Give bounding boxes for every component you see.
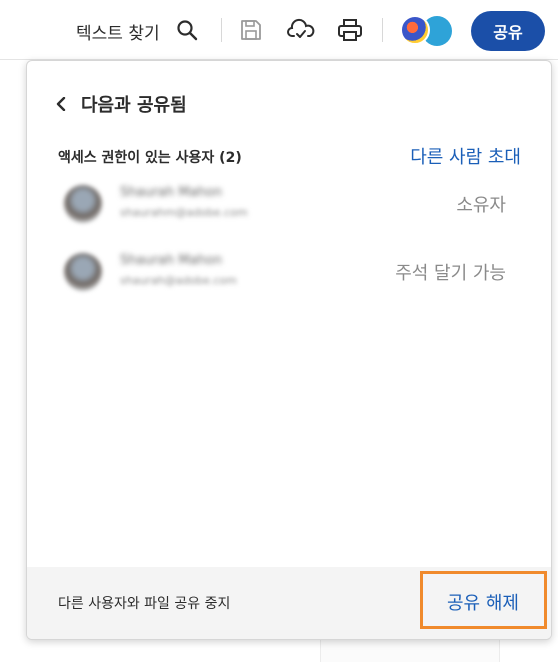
user-role: 소유자 xyxy=(456,195,506,216)
user-name: Shaurah Mahon xyxy=(120,253,222,268)
stop-sharing-label: 다른 사용자와 파일 공유 중지 xyxy=(58,596,231,612)
top-toolbar: 텍스트 찾기 공유 xyxy=(0,0,558,60)
panel-header: 다음과 공유됨 xyxy=(55,91,187,117)
access-users-label: 액세스 권한이 있는 사용자 (2) xyxy=(58,150,242,166)
cloud-sync-icon[interactable] xyxy=(287,18,315,42)
shared-with-panel: 다음과 공유됨 액세스 권한이 있는 사용자 (2) 다른 사람 초대 Shau… xyxy=(26,60,552,640)
share-button[interactable]: 공유 xyxy=(471,11,545,51)
panel-footer: 다른 사용자와 파일 공유 중지 공유 해제 xyxy=(27,567,551,639)
user-name: Shaurah Mahon xyxy=(120,185,222,200)
panel-title: 다음과 공유됨 xyxy=(81,95,187,116)
user-role[interactable]: 주석 달기 가능 xyxy=(395,259,506,285)
avatar xyxy=(64,185,102,223)
toolbar-divider xyxy=(221,18,222,42)
user-email: shaurah@adobe.com xyxy=(120,274,237,287)
invite-others-link[interactable]: 다른 사람 초대 xyxy=(410,143,521,169)
user-email: shaurahm@adobe.com xyxy=(120,206,248,219)
print-icon[interactable] xyxy=(337,17,363,43)
search-icon[interactable] xyxy=(176,19,198,41)
user-row[interactable]: Shaurah Mahon shaurahm@adobe.com 소유자 xyxy=(58,179,528,229)
find-text-label[interactable]: 텍스트 찾기 xyxy=(76,19,160,44)
user-avatar[interactable] xyxy=(400,15,430,45)
unshare-button[interactable]: 공유 해제 xyxy=(447,589,519,615)
user-row[interactable]: Shaurah Mahon shaurah@adobe.com 주석 달기 가능 xyxy=(58,247,528,297)
chevron-left-icon[interactable] xyxy=(55,97,67,111)
avatar xyxy=(64,253,102,291)
toolbar-divider xyxy=(382,18,383,42)
save-icon[interactable] xyxy=(239,18,263,42)
